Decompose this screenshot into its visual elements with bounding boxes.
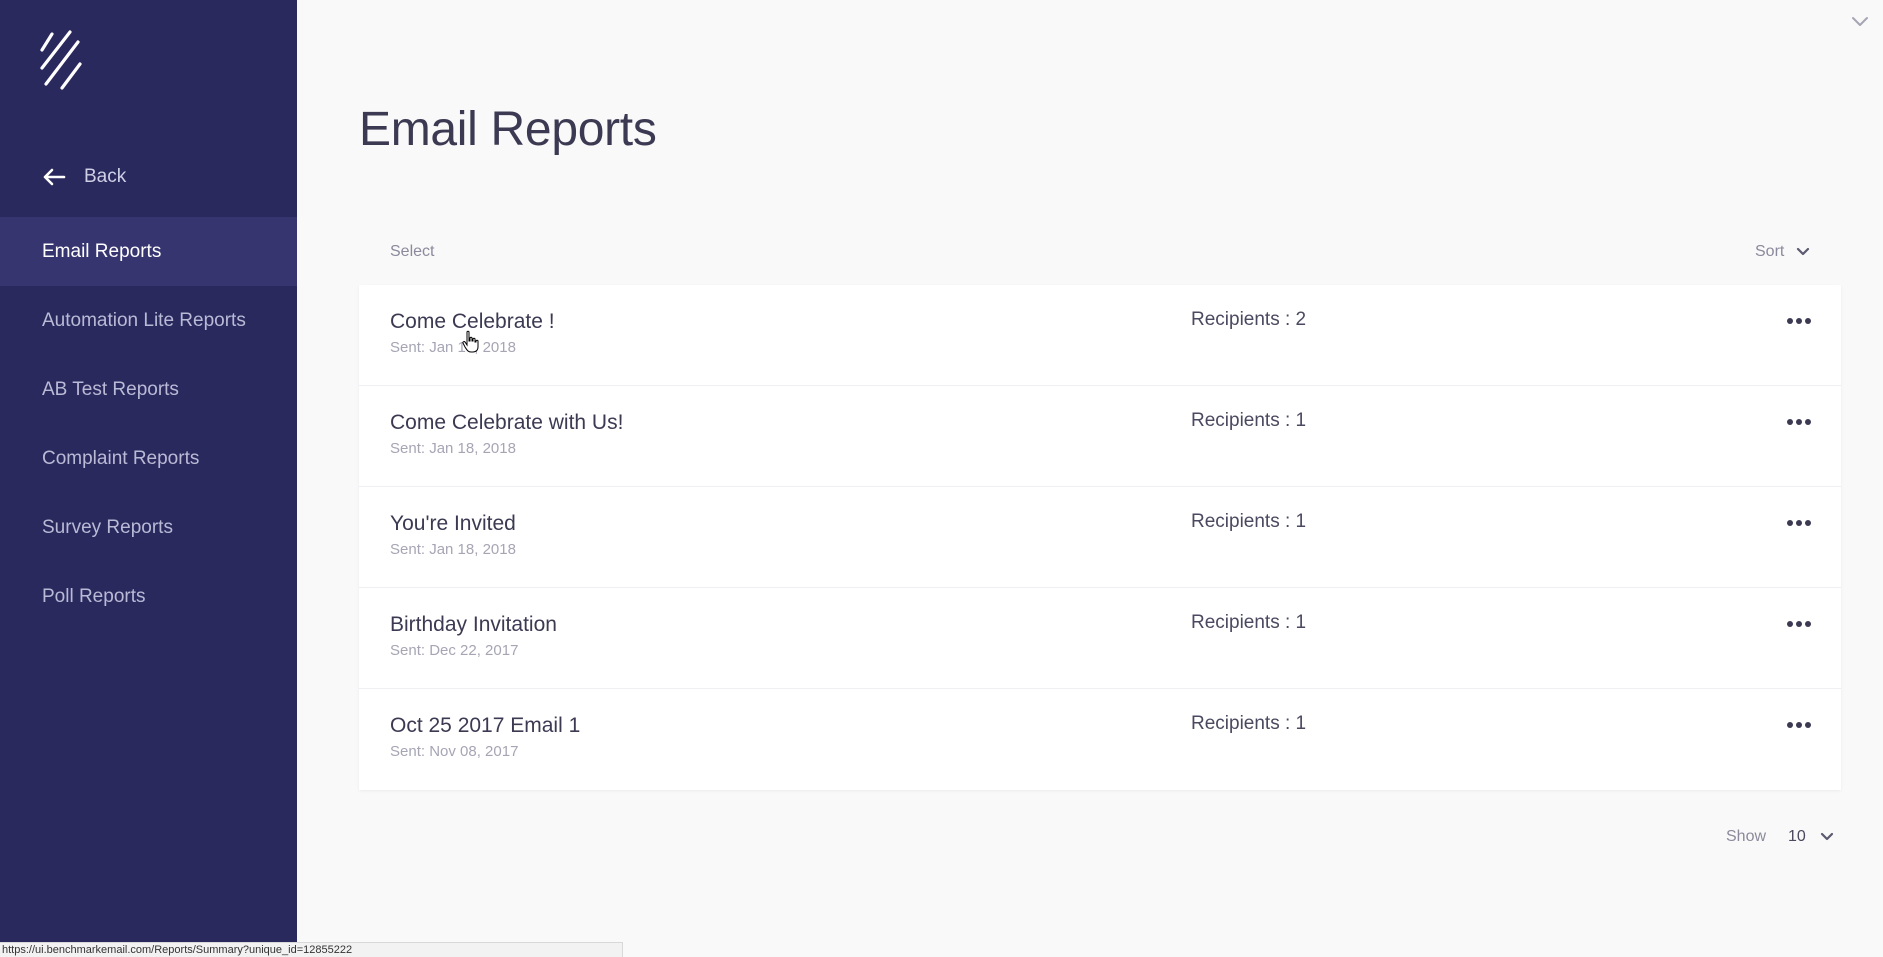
sidebar-item-complaint-reports[interactable]: Complaint Reports xyxy=(0,424,297,493)
page-size-value: 10 xyxy=(1788,828,1806,845)
sidebar-item-automation-lite-reports[interactable]: Automation Lite Reports xyxy=(0,286,297,355)
report-recipients: Recipients : 2 xyxy=(1191,309,1307,330)
report-row[interactable]: You're Invited Sent: Jan 18, 2018 Recipi… xyxy=(359,487,1841,588)
report-sent-date: Sent: Dec 22, 2017 xyxy=(390,642,519,659)
report-recipients: Recipients : 1 xyxy=(1191,410,1307,431)
select-button[interactable]: Select xyxy=(390,243,434,261)
chevron-down-icon xyxy=(1820,832,1833,841)
report-row[interactable]: Oct 25 2017 Email 1 Sent: Nov 08, 2017 R… xyxy=(359,689,1841,790)
page-size-control: Show 10 xyxy=(1726,828,1834,846)
report-row[interactable]: Come Celebrate with Us! Sent: Jan 18, 20… xyxy=(359,386,1841,487)
sidebar: Back Email Reports Automation Lite Repor… xyxy=(0,0,297,957)
report-row[interactable]: Come Celebrate ! Sent: Jan 18, 2018 Reci… xyxy=(359,285,1841,386)
sidebar-item-poll-reports[interactable]: Poll Reports xyxy=(0,562,297,631)
back-link[interactable]: Back xyxy=(42,166,126,188)
sidebar-item-survey-reports[interactable]: Survey Reports xyxy=(0,493,297,562)
report-row[interactable]: Birthday Invitation Sent: Dec 22, 2017 R… xyxy=(359,588,1841,689)
benchmark-logo-icon[interactable] xyxy=(38,30,84,92)
more-horizontal-icon[interactable] xyxy=(1787,620,1811,628)
sidebar-item-label: Survey Reports xyxy=(42,516,173,538)
report-recipients: Recipients : 1 xyxy=(1191,713,1307,734)
more-horizontal-icon[interactable] xyxy=(1787,418,1811,426)
back-label: Back xyxy=(84,166,127,187)
report-recipients: Recipients : 1 xyxy=(1191,511,1307,532)
report-name[interactable]: Birthday Invitation xyxy=(390,613,557,637)
chevron-down-icon xyxy=(1797,247,1810,256)
more-horizontal-icon[interactable] xyxy=(1787,519,1811,527)
sidebar-item-label: Email Reports xyxy=(42,240,162,262)
sort-dropdown[interactable]: Sort xyxy=(1755,243,1810,261)
sidebar-item-ab-test-reports[interactable]: AB Test Reports xyxy=(0,355,297,424)
report-name[interactable]: Oct 25 2017 Email 1 xyxy=(390,714,580,738)
report-list: Come Celebrate ! Sent: Jan 18, 2018 Reci… xyxy=(359,285,1841,790)
sidebar-item-label: Complaint Reports xyxy=(42,447,200,469)
report-name[interactable]: Come Celebrate with Us! xyxy=(390,411,623,435)
report-name[interactable]: You're Invited xyxy=(390,512,516,536)
sidebar-item-label: AB Test Reports xyxy=(42,378,179,400)
report-recipients: Recipients : 1 xyxy=(1191,612,1307,633)
more-horizontal-icon[interactable] xyxy=(1787,721,1811,729)
sidebar-nav: Email Reports Automation Lite Reports AB… xyxy=(0,217,297,631)
browser-status-url: https://ui.benchmarkemail.com/Reports/Su… xyxy=(0,942,623,957)
arrow-left-icon xyxy=(43,168,66,186)
chevron-down-icon[interactable] xyxy=(1851,16,1869,28)
report-sent-date: Sent: Jan 18, 2018 xyxy=(390,339,516,356)
sidebar-item-label: Poll Reports xyxy=(42,585,146,607)
sidebar-item-email-reports[interactable]: Email Reports xyxy=(0,217,297,286)
page-size-dropdown[interactable]: 10 xyxy=(1788,828,1834,846)
hand-cursor-icon xyxy=(462,330,479,353)
sidebar-item-label: Automation Lite Reports xyxy=(42,309,246,331)
show-label: Show xyxy=(1726,828,1767,845)
page-title: Email Reports xyxy=(359,103,657,156)
report-sent-date: Sent: Jan 18, 2018 xyxy=(390,541,516,558)
report-sent-date: Sent: Jan 18, 2018 xyxy=(390,440,516,457)
report-sent-date: Sent: Nov 08, 2017 xyxy=(390,743,519,760)
more-horizontal-icon[interactable] xyxy=(1787,317,1811,325)
sort-label: Sort xyxy=(1755,243,1785,260)
